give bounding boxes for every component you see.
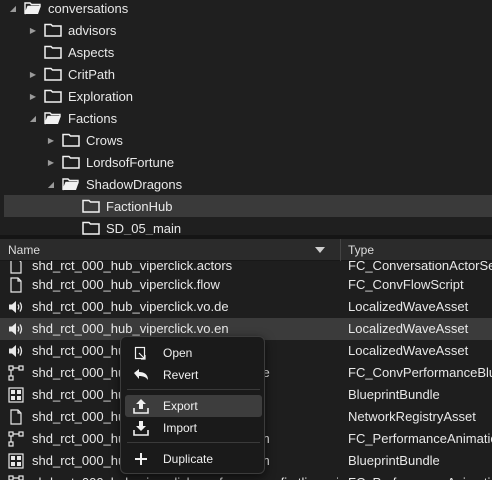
menu-item-label: Import [163, 421, 198, 435]
expand-arrow-icon[interactable]: ◢ [8, 3, 18, 13]
cell-type: FC_ConvPerformanceBlueprint [348, 365, 492, 380]
open-folder-icon [62, 178, 79, 191]
import-icon [133, 420, 149, 436]
speaker-icon [9, 323, 23, 335]
cell-name: shd_rct_000_hub_viperclick.vo.de [32, 299, 229, 314]
tree-item-label: CritPath [68, 66, 115, 82]
cell-type: FC_PerformanceAnimation [348, 431, 492, 446]
cell-type: LocalizedWaveAsset [348, 343, 469, 358]
column-header-name[interactable]: Name [8, 239, 40, 261]
folder-icon [82, 199, 100, 213]
file-icon [10, 261, 22, 274]
table-row[interactable]: shd_rct_000_hub_viperclick.flow FC_ConvF… [0, 274, 492, 296]
table-row[interactable]: shd_rct_000_hub_viperclick.vo.de Localiz… [0, 296, 492, 318]
menu-item-label: Duplicate [163, 452, 214, 466]
menu-item-label: Revert [163, 368, 199, 382]
tree-item-conversations[interactable]: ◢ conversations [0, 0, 492, 19]
folder-icon [44, 23, 62, 37]
cell-type: FC_ConvFlowScript [348, 277, 464, 292]
menu-item-label: Export [163, 399, 198, 413]
bundle-icon [8, 387, 24, 403]
tree-item-crows[interactable]: ▶ Crows [0, 129, 492, 151]
tree-item-label: Crows [86, 132, 123, 148]
tree-item-label: conversations [48, 0, 129, 16]
tree-item-label: Exploration [68, 88, 134, 104]
speaker-icon [9, 301, 23, 313]
menu-item-export[interactable]: Export [125, 395, 262, 417]
tree-item-label: SD_05_main [106, 220, 182, 236]
collapse-arrow-icon[interactable]: ▶ [46, 135, 56, 145]
revert-icon [133, 367, 149, 383]
collapse-arrow-icon[interactable]: ▶ [28, 25, 38, 35]
speaker-icon [9, 345, 23, 357]
cell-type: LocalizedWaveAsset [348, 321, 469, 336]
bundle-icon [8, 453, 24, 469]
node-graph-icon [8, 431, 24, 447]
tree-item-aspects[interactable]: Aspects [0, 41, 492, 63]
expand-arrow-icon[interactable]: ◢ [28, 113, 38, 123]
cell-name: shd_rct_000_hub_viperclick.flow [32, 277, 220, 292]
tree-item-label: Factions [68, 110, 118, 126]
menu-item-open[interactable]: Open [125, 342, 262, 364]
folder-icon [62, 133, 80, 147]
sort-descending-icon[interactable] [315, 247, 325, 253]
expand-arrow-icon[interactable]: ◢ [46, 179, 56, 189]
node-graph-icon [8, 475, 24, 480]
tree-item-advisors[interactable]: ▶ advisors [0, 19, 492, 41]
menu-item-duplicate[interactable]: Duplicate [125, 448, 262, 470]
export-icon [133, 398, 149, 414]
menu-item-revert[interactable]: Revert [125, 364, 262, 386]
table-header: Name Type [0, 239, 492, 261]
menu-separator [127, 389, 260, 390]
cell-type: NetworkRegistryAsset [348, 409, 476, 424]
tree-item-label: LordsofFortune [86, 154, 175, 170]
folder-icon [44, 45, 62, 59]
tree-item-label: advisors [68, 22, 117, 38]
folder-icon [44, 67, 62, 81]
tree-item-exploration[interactable]: ▶ Exploration [0, 85, 492, 107]
menu-separator [127, 442, 260, 443]
open-folder-icon [44, 112, 61, 125]
column-separator[interactable] [340, 239, 341, 261]
folder-tree: ◢ conversations ▶ advisors Aspects ▶ Cri… [0, 0, 492, 235]
tree-item-factionhub[interactable]: FactionHub [4, 195, 492, 217]
folder-icon [82, 221, 100, 235]
tree-item-sd-05-main[interactable]: SD_05_main [0, 217, 492, 235]
context-menu: Open Revert Export Import Duplicate [120, 336, 265, 474]
tree-item-factions[interactable]: ◢ Factions [0, 107, 492, 129]
column-header-type[interactable]: Type [348, 239, 374, 261]
file-icon [10, 277, 22, 293]
tree-item-label: Aspects [68, 44, 115, 60]
tree-item-lordsoffortune[interactable]: ▶ LordsofFortune [0, 151, 492, 173]
file-icon [10, 409, 22, 425]
folder-icon [44, 89, 62, 103]
tree-item-critpath[interactable]: ▶ CritPath [0, 63, 492, 85]
collapse-arrow-icon[interactable]: ▶ [46, 157, 56, 167]
menu-item-label: Open [163, 346, 193, 360]
tree-item-label: ShadowDragons [86, 176, 183, 192]
collapse-arrow-icon[interactable]: ▶ [28, 91, 38, 101]
open-icon [133, 345, 149, 361]
node-graph-icon [8, 365, 24, 381]
cell-type: BlueprintBundle [348, 387, 440, 402]
tree-item-label: FactionHub [106, 198, 173, 214]
cell-type: LocalizedWaveAsset [348, 299, 469, 314]
folder-icon [62, 155, 80, 169]
open-folder-icon [24, 2, 41, 15]
collapse-arrow-icon[interactable]: ▶ [28, 69, 38, 79]
menu-item-import[interactable]: Import [125, 417, 262, 439]
plus-icon [133, 451, 149, 467]
cell-type: FC_PerformanceAnimation [348, 472, 492, 480]
tree-item-shadowdragons[interactable]: ◢ ShadowDragons [0, 173, 492, 195]
cell-type: BlueprintBundle [348, 453, 440, 468]
